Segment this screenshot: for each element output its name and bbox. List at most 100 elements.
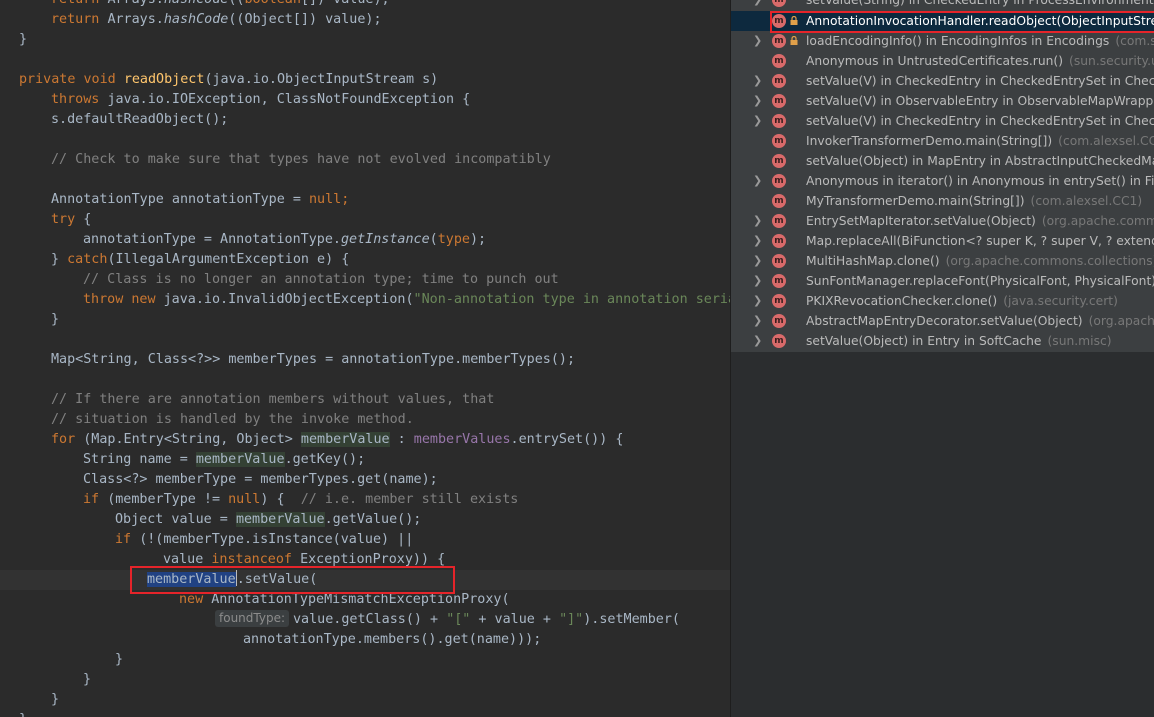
call-tree-row[interactable]: ❯ m setValue(V) in ObservableEntry in Obse…	[731, 91, 1154, 111]
chevron-right-icon[interactable]: ❯	[753, 71, 765, 91]
code-text: }	[83, 670, 91, 690]
code-token: return	[51, 0, 107, 7]
chevron-right-icon[interactable]: ❯	[753, 91, 765, 111]
code-token: new	[179, 592, 212, 607]
code-text: value instanceof ExceptionProxy)) {	[163, 550, 445, 570]
chevron-right-icon[interactable]: ❯	[753, 211, 765, 231]
code-line[interactable]: if (!(memberType.isInstance(value) ||	[0, 530, 730, 550]
code-line[interactable]: new AnnotationTypeMismatchExceptionProxy…	[0, 590, 730, 610]
chevron-right-icon[interactable]: ❯	[753, 111, 765, 131]
method-name: setValue(Object) in Entry in SoftCache	[806, 334, 1042, 348]
call-tree-row[interactable]: ❯ m MultiHashMap.clone() (org.apache.common…	[731, 251, 1154, 271]
code-line[interactable]: String name = memberValue.getKey();	[0, 450, 730, 470]
call-tree-row[interactable]: ❯ m setValue(V) in CheckedEntry in Checked…	[731, 71, 1154, 91]
chevron-right-icon[interactable]: ❯	[753, 291, 765, 311]
code-line[interactable]: foundType: value.getClass() + "[" + value…	[0, 610, 730, 630]
method-icon: m	[772, 0, 786, 7]
code-line[interactable]: private void readObject(java.io.ObjectIn…	[0, 70, 730, 90]
method-name: MyTransformerDemo.main(String[])	[806, 194, 1025, 208]
call-tree-label: setValue(String) in CheckedEntry in Proc…	[806, 0, 1154, 10]
code-token: memberValue	[195, 452, 285, 467]
code-line[interactable]: }	[0, 690, 730, 710]
code-line[interactable]: return Arrays.hashCode((boolean[]) value…	[0, 0, 730, 10]
call-tree-row[interactable]: m Anonymous in UntrustedCertificates.run(…	[731, 51, 1154, 71]
chevron-right-icon[interactable]: ❯	[753, 0, 765, 10]
code-line[interactable]: return Arrays.hashCode((Object[]) value)…	[0, 10, 730, 30]
code-line[interactable]: Object value = memberValue.getValue();	[0, 510, 730, 530]
code-line[interactable]: Map<String, Class<?>> memberTypes = anno…	[0, 350, 730, 370]
code-line[interactable]: annotationType.members().get(name)));	[0, 630, 730, 650]
code-token: annotationType = AnnotationType.	[83, 232, 341, 247]
code-token: (IllegalArgumentException e) {	[107, 252, 350, 267]
code-token: return	[51, 12, 108, 27]
code-line[interactable]: for (Map.Entry<String, Object> memberVal…	[0, 430, 730, 450]
method-name: setValue(V) in CheckedEntry in CheckedEn…	[806, 114, 1154, 128]
code-line[interactable]: // If there are annotation members witho…	[0, 390, 730, 410]
code-token: (	[429, 232, 438, 247]
call-tree: ❯ m setValue(String) in CheckedEntry in Pr…	[731, 0, 1154, 352]
code-line[interactable]: AnnotationType annotationType = null;	[0, 190, 730, 210]
code-line[interactable]: // Check to make sure that types have no…	[0, 150, 730, 170]
code-token: value	[163, 552, 212, 567]
call-tree-row[interactable]: ❯ m SunFontManager.replaceFont(PhysicalFon…	[731, 271, 1154, 291]
chevron-right-icon[interactable]: ❯	[753, 31, 765, 51]
call-tree-row[interactable]: ❯ m PKIXRevocationChecker.clone() (java.sec…	[731, 291, 1154, 311]
call-tree-row[interactable]: ❯ m setValue(V) in CheckedEntry in Checked…	[731, 111, 1154, 131]
code-line[interactable]: }	[0, 710, 730, 717]
code-line[interactable]: if (memberType != null) { // i.e. member…	[0, 490, 730, 510]
call-tree-row[interactable]: ❯ m AbstractMapEntryDecorator.setValue(Obj…	[731, 311, 1154, 331]
code-text: annotationType.members().get(name)));	[243, 630, 541, 650]
call-tree-row[interactable]: ❯ m setValue(String) in CheckedEntry in Pr…	[731, 0, 1154, 10]
code-text: // situation is handled by the invoke me…	[51, 410, 414, 430]
chevron-right-icon[interactable]: ❯	[753, 331, 765, 351]
code-text: // Class is no longer an annotation type…	[83, 270, 559, 290]
code-token: }	[51, 692, 60, 707]
code-editor[interactable]: return Arrays.hashCode((boolean[]) value…	[0, 0, 730, 717]
code-token: Map<String, Class<?>> memberTypes = anno…	[51, 352, 576, 367]
call-tree-row[interactable]: m setValue(Object) in MapEntry in Abstrac…	[731, 151, 1154, 171]
code-token: }	[115, 652, 124, 667]
method-name: Anonymous in iterator() in Anonymous in …	[806, 174, 1154, 188]
code-line[interactable]: } catch(IllegalArgumentException e) {	[0, 250, 730, 270]
code-line[interactable]: annotationType = AnnotationType.getInsta…	[0, 230, 730, 250]
method-icon: m	[772, 14, 786, 28]
code-text: return Arrays.hashCode((Object[]) value)…	[51, 10, 382, 30]
code-line[interactable]: }	[0, 670, 730, 690]
code-line[interactable]: try {	[0, 210, 730, 230]
method-icon: m	[772, 314, 786, 328]
code-token: if	[83, 492, 108, 507]
code-line[interactable]: }	[0, 310, 730, 330]
call-tree-row[interactable]: ❯ m EntrySetMapIterator.setValue(Object) (o…	[731, 211, 1154, 231]
code-line[interactable]: memberValue.setValue(	[0, 570, 730, 590]
package-name: (org.apache.commons)	[1041, 214, 1154, 228]
code-text: throws java.io.IOException, ClassNotFoun…	[51, 90, 470, 110]
code-token: null	[228, 492, 261, 507]
method-name: EntrySetMapIterator.setValue(Object)	[806, 214, 1036, 228]
code-line[interactable]: Class<?> memberType = memberTypes.get(na…	[0, 470, 730, 490]
chevron-right-icon[interactable]: ❯	[753, 311, 765, 331]
code-line[interactable]: s.defaultReadObject();	[0, 110, 730, 130]
code-line[interactable]: throw new java.io.InvalidObjectException…	[0, 290, 730, 310]
call-tree-row[interactable]: ❯ m setValue(Object) in Entry in SoftCache…	[731, 331, 1154, 351]
call-tree-label: AbstractMapEntryDecorator.setValue(Objec…	[806, 311, 1154, 331]
method-name: MultiHashMap.clone()	[806, 254, 940, 268]
code-text: AnnotationType annotationType = null;	[51, 190, 349, 210]
call-tree-row[interactable]: m MyTransformerDemo.main(String[]) (com.al…	[731, 191, 1154, 211]
call-tree-row[interactable]: m InvokerTransformerDemo.main(String[]) (c…	[731, 131, 1154, 151]
call-tree-row[interactable]: m AnnotationInvocationHandler.readObject(…	[731, 11, 1154, 31]
chevron-right-icon[interactable]: ❯	[753, 171, 765, 191]
code-token: instanceof	[211, 552, 301, 567]
code-line[interactable]: value instanceof ExceptionProxy)) {	[0, 550, 730, 570]
chevron-right-icon[interactable]: ❯	[753, 231, 765, 251]
code-line[interactable]: }	[0, 650, 730, 670]
code-line[interactable]: // situation is handled by the invoke me…	[0, 410, 730, 430]
call-tree-row[interactable]: ❯ m Anonymous in iterator() in Anonymous i…	[731, 171, 1154, 191]
code-line[interactable]: throws java.io.IOException, ClassNotFoun…	[0, 90, 730, 110]
call-tree-row[interactable]: ❯ m loadEncodingInfo() in EncodingInfos in…	[731, 31, 1154, 51]
chevron-right-icon[interactable]: ❯	[753, 271, 765, 291]
code-line[interactable]: }	[0, 30, 730, 50]
code-line[interactable]: // Class is no longer an annotation type…	[0, 270, 730, 290]
chevron-right-icon[interactable]: ❯	[753, 251, 765, 271]
code-token: null	[308, 192, 342, 207]
call-tree-row[interactable]: ❯ m Map.replaceAll(BiFunction<? super K, ?…	[731, 231, 1154, 251]
